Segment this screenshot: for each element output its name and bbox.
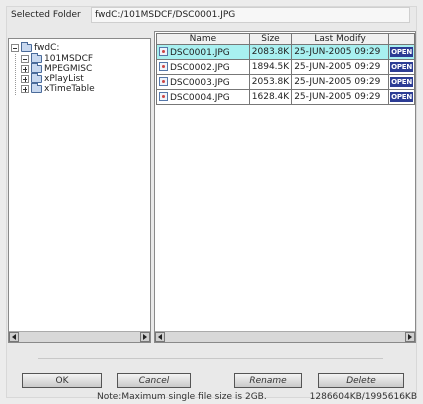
file-list-pane[interactable]: Name Size Last Modify DSC0001.JPG 2083.8…: [154, 31, 416, 343]
scroll-right-icon[interactable]: [405, 332, 415, 342]
scroll-left-icon[interactable]: [9, 332, 19, 342]
open-button[interactable]: OPEN: [390, 62, 413, 72]
table-row[interactable]: DSC0002.JPG 1894.5K 25-JUN-2005 09:29 OP…: [156, 59, 415, 75]
file-size-cell: 2083.8K: [248, 44, 293, 60]
file-name: DSC0002.JPG: [170, 62, 230, 73]
file-name-cell[interactable]: DSC0001.JPG: [156, 44, 250, 60]
tree-node-label: xTimeTable: [44, 83, 95, 94]
tree-connector: [15, 54, 16, 95]
folder-icon: [21, 41, 32, 52]
file-date-cell: 25-JUN-2005 09:29: [291, 44, 390, 60]
selected-folder-row: Selected Folder fwdC:/101MSDCF/DSC0001.J…: [8, 6, 410, 24]
image-file-icon: [159, 76, 168, 86]
column-header-size[interactable]: Size: [248, 33, 293, 45]
open-button[interactable]: OPEN: [390, 47, 413, 57]
scroll-right-icon[interactable]: [140, 332, 150, 342]
tree-node-xtimetable[interactable]: xTimeTable: [21, 82, 95, 94]
tree-node-label: 101MSDCF: [44, 53, 94, 64]
file-date-cell: 25-JUN-2005 09:29: [291, 74, 390, 90]
column-header-last-modify[interactable]: Last Modify: [291, 33, 390, 45]
folder-tree[interactable]: fwdC: 101MSDCF MPEGMISC xPlayList xTimeT…: [8, 38, 151, 343]
tree-horizontal-scrollbar[interactable]: [9, 331, 150, 342]
column-header-name[interactable]: Name: [156, 33, 250, 45]
file-name: DSC0001.JPG: [170, 47, 230, 58]
image-file-icon: [159, 46, 168, 56]
file-size-note: Note:Maximum single file size is 2GB.: [97, 392, 267, 402]
tree-node-label: MPEGMISC: [44, 63, 93, 74]
folder-icon: [31, 62, 42, 73]
table-row[interactable]: DSC0001.JPG 2083.8K 25-JUN-2005 09:29 OP…: [156, 44, 415, 60]
column-header-action: [388, 33, 415, 45]
table-row[interactable]: DSC0003.JPG 2053.8K 25-JUN-2005 09:29 OP…: [156, 74, 415, 90]
file-action-cell: OPEN: [388, 89, 415, 105]
file-action-cell: OPEN: [388, 74, 415, 90]
collapse-icon[interactable]: [11, 43, 19, 52]
expand-icon[interactable]: [21, 74, 29, 83]
image-file-icon: [159, 91, 168, 101]
file-name: DSC0004.JPG: [170, 92, 230, 103]
file-size-cell: 1628.4K: [248, 89, 293, 105]
tree-node-label: fwdC:: [34, 42, 60, 53]
file-table: Name Size Last Modify DSC0001.JPG 2083.8…: [156, 33, 415, 105]
file-size-cell: 2053.8K: [248, 74, 293, 90]
tree-node-label: xPlayList: [44, 73, 84, 84]
file-action-cell: OPEN: [388, 59, 415, 75]
scroll-left-icon[interactable]: [155, 332, 165, 342]
file-size-cell: 1894.5K: [248, 59, 293, 75]
file-name-cell[interactable]: DSC0002.JPG: [156, 59, 250, 75]
file-name-cell[interactable]: DSC0004.JPG: [156, 89, 250, 105]
expand-icon[interactable]: [21, 64, 29, 73]
open-button[interactable]: OPEN: [390, 92, 413, 102]
folder-icon: [31, 82, 42, 93]
file-table-header: Name Size Last Modify: [156, 33, 415, 45]
file-name-cell[interactable]: DSC0003.JPG: [156, 74, 250, 90]
rename-button[interactable]: Rename: [234, 373, 302, 388]
folder-icon: [31, 72, 42, 83]
image-file-icon: [159, 61, 168, 71]
file-date-cell: 25-JUN-2005 09:29: [291, 89, 390, 105]
selected-folder-path-field[interactable]: fwdC:/101MSDCF/DSC0001.JPG: [91, 7, 410, 23]
file-horizontal-scrollbar[interactable]: [155, 331, 415, 342]
open-button[interactable]: OPEN: [390, 77, 413, 87]
storage-usage: 1286604KB/1995616KB: [309, 392, 417, 402]
collapse-icon[interactable]: [21, 54, 29, 63]
delete-button[interactable]: Delete: [318, 373, 404, 388]
file-name: DSC0003.JPG: [170, 77, 230, 88]
divider: [38, 358, 383, 359]
tree-node-root[interactable]: fwdC:: [11, 41, 60, 53]
expand-icon[interactable]: [21, 84, 29, 93]
ok-button[interactable]: OK: [22, 373, 102, 388]
cancel-button[interactable]: Cancel: [117, 373, 191, 388]
table-row[interactable]: DSC0004.JPG 1628.4K 25-JUN-2005 09:29 OP…: [156, 89, 415, 105]
folder-icon: [31, 52, 42, 63]
file-action-cell: OPEN: [388, 44, 415, 60]
file-date-cell: 25-JUN-2005 09:29: [291, 59, 390, 75]
selected-folder-label: Selected Folder: [11, 10, 81, 20]
